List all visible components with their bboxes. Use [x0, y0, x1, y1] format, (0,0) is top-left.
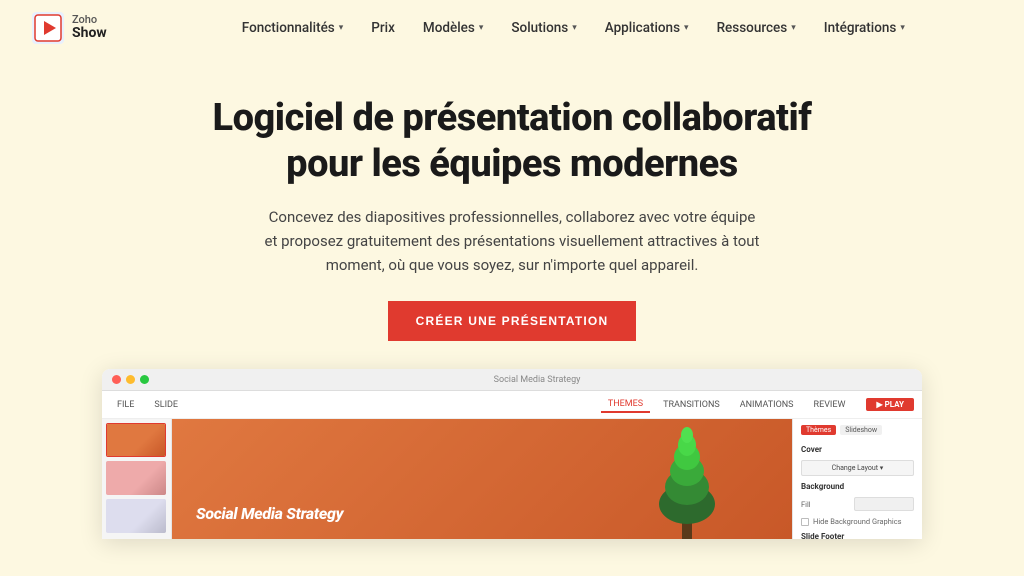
- tab-themes[interactable]: THEMES: [601, 397, 650, 413]
- panel-tab-slideshow[interactable]: Slideshow: [840, 425, 882, 435]
- nav-link-modeles[interactable]: Modèles ▾: [423, 20, 483, 36]
- bg-label: Background: [801, 482, 914, 491]
- slide-thumbnail-2[interactable]: [106, 461, 166, 495]
- nav-link-applications[interactable]: Applications ▾: [605, 20, 689, 36]
- tab-file[interactable]: FILE: [110, 398, 141, 412]
- logo-text: Zoho Show: [72, 14, 107, 41]
- fill-input[interactable]: [854, 497, 914, 511]
- nav-item-solutions[interactable]: Solutions ▾: [511, 20, 576, 36]
- window-close-dot: [112, 375, 121, 384]
- preview-window: Social Media Strategy FILE SLIDE THEMES …: [102, 369, 922, 539]
- nav-link-integrations[interactable]: Intégrations ▾: [824, 20, 905, 36]
- hide-bg-row: Hide Background Graphics: [801, 517, 914, 526]
- zoho-show-logo-icon: [32, 12, 64, 44]
- tree-svg: [642, 419, 732, 539]
- nav-links: Fonctionnalités ▾ Prix Modèles ▾ Solutio…: [155, 20, 992, 36]
- cover-label: Cover: [801, 445, 914, 454]
- preview-body: Social Media Strategy Thèmes Slideshow C…: [102, 419, 922, 539]
- nav-item-ressources[interactable]: Ressources ▾: [717, 20, 796, 36]
- fill-row: Fill: [801, 497, 914, 511]
- cta-button[interactable]: CRÉER UNE PRÉSENTATION: [388, 301, 637, 341]
- window-minimize-dot: [126, 375, 135, 384]
- hide-bg-checkbox[interactable]: [801, 518, 809, 526]
- chevron-down-icon: ▾: [479, 23, 484, 33]
- slide-footer-label: Slide Footer: [801, 532, 914, 539]
- preview-toolbar: FILE SLIDE THEMES TRANSITIONS ANIMATIONS…: [102, 391, 922, 419]
- hero-section: Logiciel de présentation collaboratif po…: [0, 56, 1024, 539]
- preview-sidebar: [102, 419, 172, 539]
- file-label: Social Media Strategy: [162, 375, 912, 385]
- nav-link-prix[interactable]: Prix: [371, 20, 395, 36]
- nav-item-applications[interactable]: Applications ▾: [605, 20, 689, 36]
- chevron-down-icon: ▾: [572, 23, 577, 33]
- tab-animations[interactable]: ANIMATIONS: [733, 398, 801, 412]
- tab-slide[interactable]: SLIDE: [147, 398, 185, 412]
- share-button[interactable]: ▶ PLAY: [866, 398, 914, 411]
- chevron-down-icon: ▾: [900, 23, 905, 33]
- chevron-down-icon: ▾: [339, 23, 344, 33]
- logo-show: Show: [72, 26, 107, 41]
- slide-thumbnail-3[interactable]: [106, 499, 166, 533]
- nav-link-ressources[interactable]: Ressources ▾: [717, 20, 796, 36]
- right-panel: Thèmes Slideshow Cover Change Layout ▾ B…: [792, 419, 922, 539]
- preview-main-slide: Social Media Strategy: [172, 419, 792, 539]
- nav-item-prix[interactable]: Prix: [371, 20, 395, 36]
- tab-review[interactable]: REVIEW: [807, 398, 853, 412]
- preview-titlebar: Social Media Strategy: [102, 369, 922, 391]
- change-layout-button[interactable]: Change Layout ▾: [801, 460, 914, 476]
- navbar: Zoho Show Fonctionnalités ▾ Prix Modèles…: [0, 0, 1024, 56]
- logo-link[interactable]: Zoho Show: [32, 12, 107, 44]
- slide-title-overlay: Social Media Strategy: [196, 504, 343, 523]
- panel-tabs: Thèmes Slideshow: [801, 425, 914, 435]
- nav-item-modeles[interactable]: Modèles ▾: [423, 20, 483, 36]
- app-preview: Social Media Strategy FILE SLIDE THEMES …: [32, 369, 992, 539]
- hero-subtitle: Concevez des diapositives professionnell…: [262, 205, 762, 277]
- hero-title: Logiciel de présentation collaboratif po…: [213, 96, 812, 187]
- chevron-down-icon: ▾: [791, 23, 796, 33]
- chevron-down-icon: ▾: [684, 23, 689, 33]
- panel-tab-themes[interactable]: Thèmes: [801, 425, 836, 435]
- slide-thumbnail-1[interactable]: [106, 423, 166, 457]
- nav-link-fonctionnalites[interactable]: Fonctionnalités ▾: [242, 20, 344, 36]
- nav-link-solutions[interactable]: Solutions ▾: [511, 20, 576, 36]
- tab-transitions[interactable]: TRANSITIONS: [656, 398, 727, 412]
- tree-illustration: [642, 419, 732, 539]
- nav-item-fonctionnalites[interactable]: Fonctionnalités ▾: [242, 20, 344, 36]
- nav-item-integrations[interactable]: Intégrations ▾: [824, 20, 905, 36]
- window-maximize-dot: [140, 375, 149, 384]
